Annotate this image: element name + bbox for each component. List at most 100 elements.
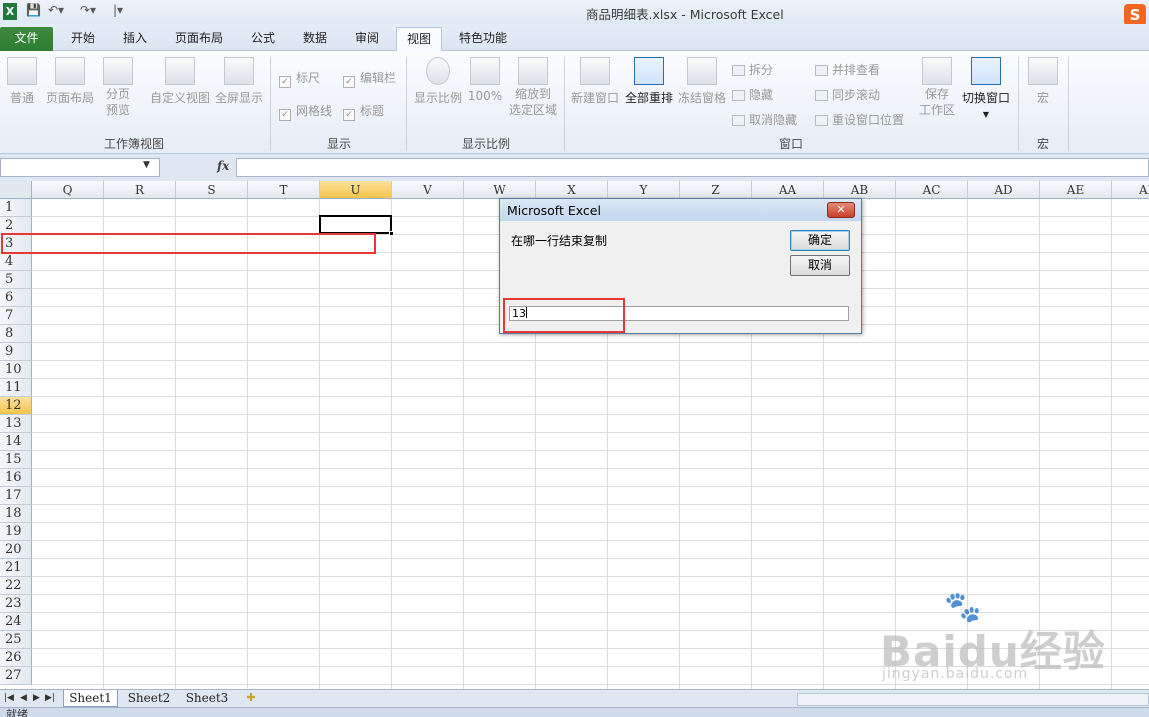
tab-formulas[interactable]: 公式 xyxy=(242,27,284,51)
zoom-100-button[interactable]: 100% xyxy=(466,57,504,103)
sheet-tab-sheet1[interactable]: Sheet1 xyxy=(63,690,118,707)
row-header-7[interactable]: 7 xyxy=(0,307,32,325)
close-icon[interactable]: ✕ xyxy=(827,202,855,218)
row-header-23[interactable]: 23 xyxy=(0,595,32,613)
hide-button[interactable]: 隐藏 xyxy=(732,86,773,103)
column-header-s[interactable]: S xyxy=(176,181,248,199)
page-layout-view-button[interactable]: 页面布局 xyxy=(44,57,96,106)
split-button[interactable]: 拆分 xyxy=(732,61,773,78)
formula-input[interactable] xyxy=(236,158,1149,177)
dialog-title-bar[interactable]: Microsoft Excel ✕ xyxy=(500,199,861,221)
save-workspace-button[interactable]: 保存 工作区 xyxy=(915,57,959,118)
redo-icon[interactable]: ↷▾ xyxy=(80,3,96,20)
tab-data[interactable]: 数据 xyxy=(294,27,336,51)
normal-view-button[interactable]: 普通 xyxy=(4,57,40,106)
switch-windows-button[interactable]: 切换窗口 ▼ xyxy=(960,57,1012,120)
chevron-down-icon[interactable]: ▼ xyxy=(143,160,150,170)
page-break-preview-button[interactable]: 分页 预览 xyxy=(99,57,137,118)
column-header-q[interactable]: Q xyxy=(32,181,104,199)
save-icon[interactable]: 💾 xyxy=(26,3,41,20)
unhide-button[interactable]: 取消隐藏 xyxy=(732,111,797,128)
insert-sheet-icon[interactable]: ✚ xyxy=(240,690,262,707)
gridlines-checkbox[interactable]: ✓ 网格线 xyxy=(279,102,332,121)
switch-windows-icon xyxy=(971,57,1001,85)
sheet-tab-sheet3[interactable]: Sheet3 xyxy=(180,690,234,707)
synchronous-scrolling-button[interactable]: 同步滚动 xyxy=(815,86,880,103)
row-header-8[interactable]: 8 xyxy=(0,325,32,343)
macros-button[interactable]: 宏 xyxy=(1024,57,1062,106)
row-header-21[interactable]: 21 xyxy=(0,559,32,577)
zoom-button[interactable]: 显示比例 xyxy=(412,57,464,106)
row-header-10[interactable]: 10 xyxy=(0,361,32,379)
ruler-checkbox[interactable]: ✓ 标尺 xyxy=(279,69,320,88)
view-side-by-side-button[interactable]: 并排查看 xyxy=(815,61,880,78)
cancel-button[interactable]: 取消 xyxy=(790,255,850,276)
freeze-panes-button[interactable]: 冻结窗格 xyxy=(676,57,728,106)
column-header-aa[interactable]: AA xyxy=(752,181,824,199)
column-header-ab[interactable]: AB xyxy=(824,181,896,199)
row-header-26[interactable]: 26 xyxy=(0,649,32,667)
custom-views-button[interactable]: 自定义视图 xyxy=(148,57,212,106)
row-header-5[interactable]: 5 xyxy=(0,271,32,289)
column-header-u[interactable]: U xyxy=(320,181,392,199)
undo-icon[interactable]: ↶▾ xyxy=(48,3,64,20)
row-header-11[interactable]: 11 xyxy=(0,379,32,397)
last-sheet-icon[interactable]: ▶| xyxy=(45,693,55,703)
first-sheet-icon[interactable]: |◀ xyxy=(4,693,14,703)
column-header-af[interactable]: AF xyxy=(1112,181,1149,199)
formula-bar-checkbox[interactable]: ✓ 编辑栏 xyxy=(343,69,396,88)
arrange-all-button[interactable]: 全部重排 xyxy=(623,57,675,106)
row-header-1[interactable]: 1 xyxy=(0,199,32,217)
customize-qat-icon[interactable]: |▾ xyxy=(113,3,123,20)
row-header-14[interactable]: 14 xyxy=(0,433,32,451)
column-header-w[interactable]: W xyxy=(464,181,536,199)
active-cell[interactable] xyxy=(319,215,392,234)
sogou-ime-icon[interactable]: S xyxy=(1124,4,1146,26)
ok-button[interactable]: 确定 xyxy=(790,230,850,251)
tab-page-layout[interactable]: 页面布局 xyxy=(166,27,232,51)
horizontal-scrollbar[interactable] xyxy=(797,693,1149,706)
row-header-12[interactable]: 12 xyxy=(0,397,32,415)
tab-home[interactable]: 开始 xyxy=(62,27,104,51)
row-header-9[interactable]: 9 xyxy=(0,343,32,361)
column-header-y[interactable]: Y xyxy=(608,181,680,199)
reset-window-position-button[interactable]: 重设窗口位置 xyxy=(815,111,904,128)
row-header-18[interactable]: 18 xyxy=(0,505,32,523)
tab-file[interactable]: 文件 xyxy=(0,27,53,51)
prev-sheet-icon[interactable]: ◀ xyxy=(20,693,27,703)
tab-review[interactable]: 审阅 xyxy=(346,27,388,51)
row-header-24[interactable]: 24 xyxy=(0,613,32,631)
row-header-15[interactable]: 15 xyxy=(0,451,32,469)
column-header-v[interactable]: V xyxy=(392,181,464,199)
insert-function-icon[interactable]: fx xyxy=(217,159,229,173)
column-header-x[interactable]: X xyxy=(536,181,608,199)
column-header-t[interactable]: T xyxy=(248,181,320,199)
row-header-27[interactable]: 27 xyxy=(0,667,32,685)
row-header-19[interactable]: 19 xyxy=(0,523,32,541)
new-window-button[interactable]: 新建窗口 xyxy=(569,57,621,106)
select-all-corner[interactable] xyxy=(0,181,32,199)
column-header-ad[interactable]: AD xyxy=(968,181,1040,199)
row-header-25[interactable]: 25 xyxy=(0,631,32,649)
fill-handle[interactable] xyxy=(389,231,394,236)
next-sheet-icon[interactable]: ▶ xyxy=(33,693,40,703)
sheet-tab-sheet2[interactable]: Sheet2 xyxy=(121,690,177,707)
zoom-to-selection-button[interactable]: 缩放到 选定区域 xyxy=(507,57,559,118)
column-header-ac[interactable]: AC xyxy=(896,181,968,199)
name-box[interactable] xyxy=(0,158,160,177)
row-header-4[interactable]: 4 xyxy=(0,253,32,271)
full-screen-button[interactable]: 全屏显示 xyxy=(213,57,265,106)
row-header-13[interactable]: 13 xyxy=(0,415,32,433)
headings-checkbox[interactable]: ✓ 标题 xyxy=(343,102,384,121)
column-header-z[interactable]: Z xyxy=(680,181,752,199)
column-header-r[interactable]: R xyxy=(104,181,176,199)
column-header-ae[interactable]: AE xyxy=(1040,181,1112,199)
row-header-16[interactable]: 16 xyxy=(0,469,32,487)
tab-view[interactable]: 视图 xyxy=(396,27,442,51)
row-header-17[interactable]: 17 xyxy=(0,487,32,505)
tab-special-features[interactable]: 特色功能 xyxy=(452,27,514,51)
row-header-22[interactable]: 22 xyxy=(0,577,32,595)
row-header-20[interactable]: 20 xyxy=(0,541,32,559)
tab-insert[interactable]: 插入 xyxy=(114,27,156,51)
row-header-6[interactable]: 6 xyxy=(0,289,32,307)
